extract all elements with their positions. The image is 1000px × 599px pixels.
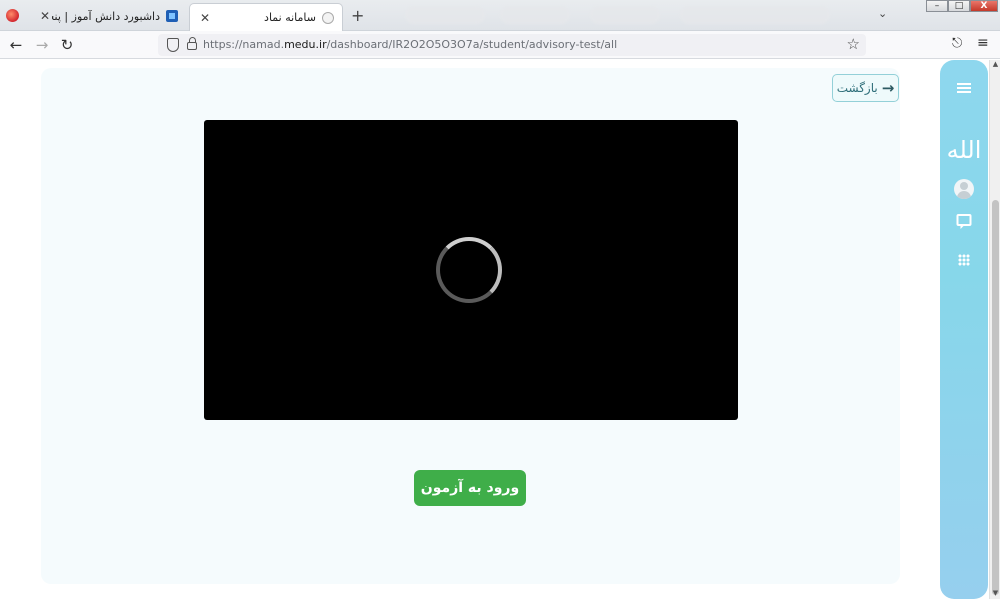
iran-emblem-icon[interactable]: الله: [947, 138, 982, 162]
browser-tab-strip: داشبورد دانش آموز | پنجره واحد خ... ✕ سا…: [0, 0, 1000, 31]
arrow-right-icon: →: [881, 79, 895, 97]
new-tab-button[interactable]: +: [351, 6, 364, 25]
scroll-down-icon[interactable]: ▼: [990, 589, 1000, 597]
blurred-region: [680, 6, 830, 24]
tab-title: داشبورد دانش آموز | پنجره واحد خ...: [52, 9, 160, 23]
page-scrollbar[interactable]: ▲ ▼: [989, 60, 1000, 599]
back-button-label: بازگشت: [836, 81, 878, 95]
scroll-up-icon[interactable]: ▲: [990, 60, 1000, 68]
window-maximize-button[interactable]: □: [948, 0, 970, 12]
video-player[interactable]: [204, 120, 738, 420]
chat-icon[interactable]: [956, 214, 972, 229]
back-arrow-icon[interactable]: ←: [7, 36, 25, 54]
address-bar[interactable]: https://namad.medu.ir/dashboard/IR2O2O5O…: [158, 34, 866, 56]
forward-arrow-icon[interactable]: →: [33, 36, 51, 54]
window-minimize-button[interactable]: –: [926, 0, 948, 12]
lock-icon[interactable]: [187, 37, 197, 50]
page-favicon-icon: [322, 11, 334, 24]
blurred-region: [405, 6, 485, 24]
right-sidebar: الله: [940, 60, 988, 599]
bookmark-star-icon[interactable]: ☆: [847, 35, 860, 53]
hamburger-menu-icon[interactable]: [957, 83, 971, 93]
scrollbar-thumb[interactable]: [992, 200, 999, 595]
browser-menu-icon[interactable]: ≡: [977, 35, 989, 51]
extensions-icon[interactable]: ⎋: [952, 36, 962, 51]
list-all-tabs-icon[interactable]: ⌄: [878, 7, 887, 20]
window-close-button[interactable]: X: [970, 0, 998, 12]
tracking-protection-shield-icon[interactable]: [167, 38, 179, 52]
enter-exam-button[interactable]: ورود به آزمون: [414, 470, 526, 506]
browser-app-icon[interactable]: [6, 9, 19, 22]
blurred-region: [590, 6, 660, 24]
url-text[interactable]: https://namad.medu.ir/dashboard/IR2O2O5O…: [203, 38, 617, 51]
reload-icon[interactable]: ↻: [58, 36, 76, 54]
tab-close-icon[interactable]: ✕: [38, 9, 52, 23]
tab-title: سامانه نماد: [264, 11, 316, 24]
loading-spinner-icon: [436, 237, 502, 303]
browser-nav-bar: ← → ↻ https://namad.medu.ir/dashboard/IR…: [0, 31, 1000, 59]
page-viewport: → بازگشت ورود به آزمون الله: [0, 60, 990, 599]
blurred-region: [500, 6, 570, 24]
back-button[interactable]: → بازگشت: [832, 74, 899, 102]
tab-close-icon[interactable]: ✕: [198, 11, 212, 25]
tab-namad[interactable]: سامانه نماد ✕: [189, 3, 343, 31]
tab-student-dashboard[interactable]: داشبورد دانش آموز | پنجره واحد خ... ✕: [30, 3, 186, 29]
user-avatar-icon[interactable]: [954, 179, 974, 199]
medu-logo-icon: [166, 10, 178, 22]
apps-grid-icon[interactable]: [958, 254, 970, 266]
